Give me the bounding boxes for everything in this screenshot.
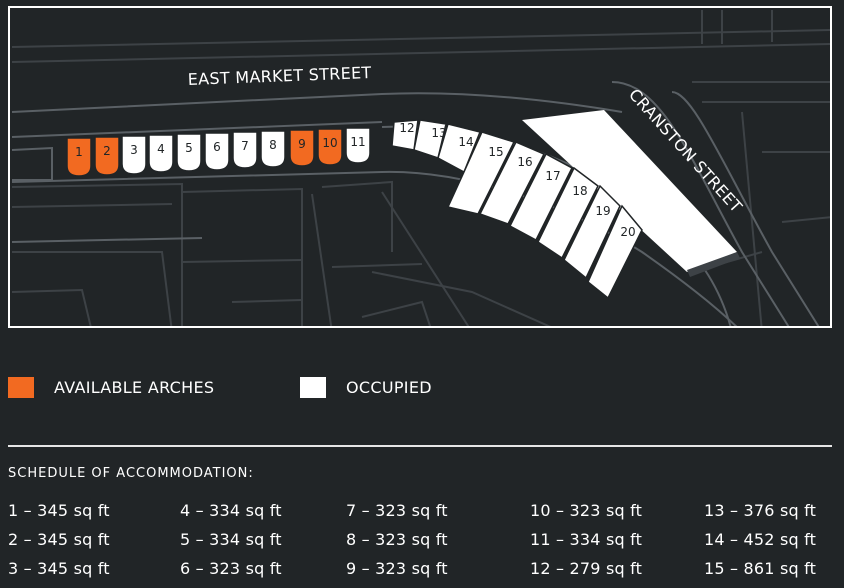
schedule-item: 3 – 345 sq ft bbox=[8, 559, 110, 578]
occupied-swatch bbox=[300, 376, 326, 398]
schedule-item: 11 – 334 sq ft bbox=[530, 530, 643, 549]
street-label-east-market: EAST MARKET STREET bbox=[187, 63, 371, 89]
schedule-item: 4 – 334 sq ft bbox=[180, 501, 282, 520]
schedule-column: 1 – 345 sq ft 2 – 345 sq ft 3 – 345 sq f… bbox=[8, 500, 110, 587]
schedule-column: 13 – 376 sq ft 14 – 452 sq ft 15 – 861 s… bbox=[704, 500, 816, 587]
arch-16-label: 16 bbox=[517, 155, 532, 169]
arch-17-label: 17 bbox=[545, 169, 560, 183]
schedule-item: 1 – 345 sq ft bbox=[8, 501, 110, 520]
arch-20-label: 20 bbox=[620, 225, 635, 239]
arch-9-label: 9 bbox=[298, 137, 306, 151]
schedule-column: 10 – 323 sq ft 11 – 334 sq ft 12 – 279 s… bbox=[530, 500, 642, 587]
arch-8-label: 8 bbox=[269, 138, 277, 152]
arch-15-label: 15 bbox=[488, 145, 503, 159]
arch-4-label: 4 bbox=[157, 142, 165, 156]
schedule-item: 6 – 323 sq ft bbox=[180, 559, 282, 578]
divider bbox=[8, 445, 832, 447]
arch-3-label: 3 bbox=[130, 143, 138, 157]
arch-2-label: 2 bbox=[103, 144, 111, 158]
schedule-title: SCHEDULE OF ACCOMMODATION: bbox=[8, 466, 254, 481]
schedule-item: 9 – 323 sq ft bbox=[346, 559, 448, 578]
arch-10-label: 10 bbox=[322, 136, 337, 150]
legend-available-label: AVAILABLE ARCHES bbox=[54, 377, 215, 397]
schedule-item: 10 – 323 sq ft bbox=[530, 501, 643, 520]
arch-6-label: 6 bbox=[213, 140, 221, 154]
arch-18-label: 18 bbox=[572, 184, 587, 198]
legend-occupied: OCCUPIED bbox=[300, 376, 432, 398]
site-map: 1 2 3 4 5 6 7 8 9 10 11 12 13 14 15 16 17 18 19 20 EAST MAR… bbox=[8, 6, 832, 328]
schedule-column: 4 – 334 sq ft 5 – 334 sq ft 6 – 323 sq f… bbox=[180, 500, 282, 587]
legend-occupied-label: OCCUPIED bbox=[346, 377, 432, 397]
schedule-item: 15 – 861 sq ft bbox=[704, 559, 817, 578]
schedule-item: 2 – 345 sq ft bbox=[8, 530, 110, 549]
schedule-item: 13 – 376 sq ft bbox=[704, 501, 817, 520]
schedule-item: 7 – 323 sq ft bbox=[346, 501, 448, 520]
arch-14-label: 14 bbox=[458, 135, 473, 149]
arch-1-label: 1 bbox=[75, 145, 83, 159]
arch-19-label: 19 bbox=[595, 204, 610, 218]
available-swatch bbox=[8, 376, 34, 398]
site-map-svg: 1 2 3 4 5 6 7 8 9 10 1112 1314151617181920 EAST MAR… bbox=[11, 10, 830, 326]
arch-11-label: 11 bbox=[350, 135, 365, 149]
schedule-item: 8 – 323 sq ft bbox=[346, 530, 448, 549]
arch-12-label: 12 bbox=[399, 121, 414, 135]
arch-5-label: 5 bbox=[185, 141, 193, 155]
schedule-item: 12 – 279 sq ft bbox=[530, 559, 643, 578]
schedule-column: 7 – 323 sq ft 8 – 323 sq ft 9 – 323 sq f… bbox=[346, 500, 448, 587]
arch-7-label: 7 bbox=[241, 139, 249, 153]
legend-available: AVAILABLE ARCHES bbox=[8, 376, 214, 398]
schedule-item: 14 – 452 sq ft bbox=[704, 530, 817, 549]
schedule-item: 5 – 334 sq ft bbox=[180, 530, 282, 549]
